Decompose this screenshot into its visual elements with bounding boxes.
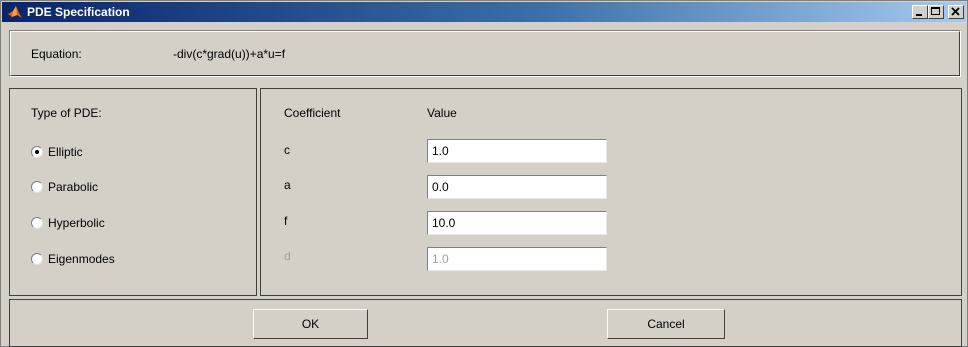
radio-button[interactable] [31, 181, 43, 193]
coefficient-c-input[interactable]: 1.0 [427, 139, 607, 163]
coefficient-name-f: f [284, 214, 288, 228]
radio-button-selected[interactable] [31, 146, 43, 158]
radio-label: Hyperbolic [48, 216, 105, 230]
title-bar[interactable]: PDE Specification [2, 2, 966, 22]
pde-type-panel: Type of PDE: Elliptic Parabolic Hyperbol… [9, 88, 257, 296]
close-button[interactable] [948, 5, 964, 19]
coefficient-a-input[interactable]: 0.0 [427, 175, 607, 199]
radio-label: Elliptic [48, 145, 83, 159]
pde-specification-window: PDE Specification Equation: -div(c*grad(… [0, 0, 968, 347]
maximize-icon [931, 7, 940, 15]
cancel-button[interactable]: Cancel [607, 309, 725, 339]
coefficient-d-input: 1.0 [427, 247, 607, 271]
coefficient-name-d: d [284, 249, 291, 263]
equation-label: Equation: [31, 47, 82, 61]
radio-label: Parabolic [48, 180, 99, 194]
radio-label: Eigenmodes [48, 252, 115, 266]
radio-button[interactable] [31, 253, 43, 265]
radio-button[interactable] [31, 217, 43, 229]
equation-panel: Equation: -div(c*grad(u))+a*u=f [9, 30, 961, 77]
equation-value: -div(c*grad(u))+a*u=f [173, 47, 286, 61]
close-icon [951, 7, 960, 16]
maximize-button[interactable] [928, 5, 944, 19]
pde-type-heading: Type of PDE: [31, 106, 102, 120]
minimize-button[interactable] [912, 5, 928, 19]
coefficients-panel: Coefficient Value c a f d [260, 88, 962, 296]
value-column-header: Value [427, 106, 457, 120]
minimize-icon [916, 14, 922, 16]
coefficient-name-a: a [284, 178, 291, 192]
radio-dot [35, 150, 39, 154]
button-panel: OK Cancel [9, 299, 962, 347]
window-title: PDE Specification [27, 5, 130, 19]
ok-button[interactable]: OK [253, 309, 368, 339]
coefficient-column-header: Coefficient [284, 106, 341, 120]
matlab-logo-icon [8, 6, 22, 18]
coefficient-name-c: c [284, 143, 290, 157]
coefficient-f-input[interactable]: 10.0 [427, 211, 607, 235]
